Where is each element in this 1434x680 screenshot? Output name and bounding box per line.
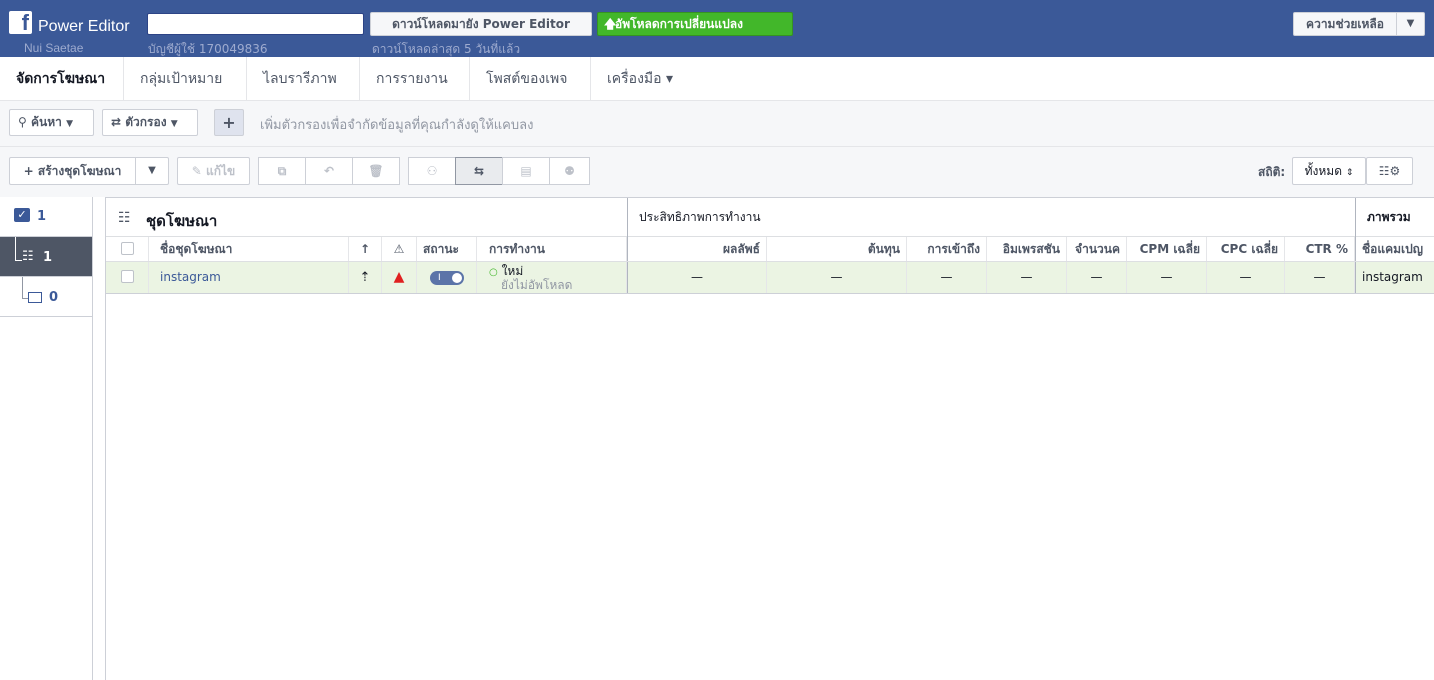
col-campaign[interactable]: ชื่อแคมเปญ: [1356, 237, 1434, 261]
app-title: Power Editor: [38, 18, 130, 35]
hierarchy-tree: ✓ 1 ☷ 1 0: [0, 197, 93, 680]
help-dropdown-caret-icon[interactable]: ▼: [1396, 12, 1425, 36]
row-results: —: [628, 262, 767, 293]
status-toggle[interactable]: I: [430, 271, 464, 285]
row-upload-arrow-icon: ⇡: [349, 262, 382, 293]
column-settings-icon[interactable]: ☷⚙: [1366, 157, 1413, 185]
duplicate-icon[interactable]: ⧉: [258, 157, 306, 185]
filter-bar: ⚲ ค้นหา ▼ ⇄ ตัวกรอง ▼ + เพิ่มตัวกรองเพื่…: [0, 101, 1434, 147]
nav-audiences[interactable]: กลุ่มเป้าหมาย: [124, 57, 247, 101]
col-impressions[interactable]: อิมเพรสชัน: [987, 237, 1067, 261]
col-name[interactable]: ชื่อชุดโฆษณา: [149, 237, 349, 261]
main-nav: จัดการโฆษณา กลุ่มเป้าหมาย ไลบรารีภาพ การ…: [0, 57, 1434, 101]
trash-icon[interactable]: 🗑: [352, 157, 400, 185]
nav-manage-ads[interactable]: จัดการโฆษณา: [0, 57, 124, 101]
create-dropdown-chevron-icon[interactable]: ▼: [135, 157, 169, 185]
col-results[interactable]: ผลลัพธ์: [628, 237, 767, 261]
table-group-header: ☷ ชุดโฆษณา ประสิทธิภาพการทำงาน ภาพรวม: [106, 197, 1434, 237]
row-status-cell: I: [417, 262, 477, 293]
stats-label: สถิติ:: [1258, 165, 1286, 179]
col-cpc[interactable]: CPC เฉลี่ย: [1207, 237, 1285, 261]
delivery-status: ใหม่: [501, 264, 524, 278]
plus-icon: +: [23, 164, 34, 178]
nav-reports[interactable]: การรายงาน: [360, 57, 470, 101]
user-name: Nui Saetae: [24, 41, 84, 55]
delivery-sub: ยังไม่อัพโหลด: [501, 278, 573, 292]
row-warning-icon[interactable]: ▲: [382, 262, 417, 293]
chevron-down-icon: ▼: [66, 119, 73, 129]
col-reach[interactable]: การเข้าถึง: [907, 237, 987, 261]
select-all-cell: [106, 237, 149, 261]
toggle-knob: [452, 273, 462, 283]
col-priority-arrow-icon[interactable]: ↑: [349, 237, 382, 261]
new-status-circle-icon: ○: [489, 267, 498, 278]
nav-tools[interactable]: เครื่องมือ ▾: [591, 57, 701, 101]
row-impressions: —: [987, 262, 1067, 293]
group-performance: ประสิทธิภาพการทำงาน: [639, 210, 761, 224]
share-icon[interactable]: ⚉: [549, 157, 590, 185]
account-select[interactable]: [147, 13, 364, 35]
row-checkbox[interactable]: [121, 270, 134, 283]
tree-campaigns[interactable]: ✓ 1: [0, 197, 92, 237]
tree-ads[interactable]: 0: [0, 277, 92, 317]
search-button[interactable]: ⚲ ค้นหา ▼: [9, 109, 94, 136]
upload-changes-button[interactable]: 🡅 อัพโหลดการเปลี่ยนแปลง: [597, 12, 793, 36]
row-reach: —: [907, 262, 987, 293]
row-ctr: —: [1285, 262, 1355, 293]
help-button[interactable]: ความช่วยเหลือ: [1293, 12, 1397, 36]
create-adset-button[interactable]: + สร้างชุดโฆษณา: [9, 157, 136, 185]
undo-icon[interactable]: ↶: [305, 157, 353, 185]
ad-monitor-icon: [28, 292, 42, 303]
row-cpm: —: [1127, 262, 1207, 293]
row-campaign: instagram: [1362, 270, 1423, 284]
preview-icon[interactable]: ⇆: [455, 157, 503, 185]
upload-label: อัพโหลดการเปลี่ยนแปลง: [615, 17, 743, 31]
tree-adsets[interactable]: ☷ 1: [0, 237, 92, 277]
row-cost: —: [767, 262, 907, 293]
select-all-checkbox[interactable]: [121, 242, 134, 255]
add-people-icon[interactable]: ⚇: [408, 157, 456, 185]
row-cpc: —: [1207, 262, 1285, 293]
pencil-icon: ✎: [191, 164, 202, 178]
adset-table: ☷ ชุดโฆษณา ประสิทธิภาพการทำงาน ภาพรวม ชื…: [105, 197, 1434, 680]
filter-hint: เพิ่มตัวกรองเพื่อจำกัดข้อมูลที่คุณกำลังด…: [260, 118, 534, 133]
nav-image-library[interactable]: ไลบรารีภาพ: [247, 57, 360, 101]
col-ctr[interactable]: CTR %: [1285, 237, 1355, 261]
top-bar: f Power Editor Nui Saetae บัญชีผู้ใช้ 17…: [0, 0, 1434, 57]
adset-grid-icon: ☷: [22, 249, 34, 264]
table-title: ชุดโฆษณา: [146, 212, 218, 230]
row-clicks: —: [1067, 262, 1127, 293]
col-delivery[interactable]: การทำงาน: [477, 237, 627, 261]
facebook-logo: f: [9, 10, 32, 35]
form-icon[interactable]: ▤: [502, 157, 550, 185]
row-name-link[interactable]: instagram: [149, 262, 349, 293]
table-column-header: ชื่อชุดโฆษณา ↑ ⚠ สถานะ การทำงาน ผลลัพธ์ …: [106, 237, 1434, 262]
edit-button[interactable]: ✎ แก้ไข: [177, 157, 250, 185]
col-warning-icon[interactable]: ⚠: [382, 237, 417, 261]
col-status[interactable]: สถานะ: [417, 237, 477, 261]
chevron-down-icon: ▼: [170, 119, 178, 129]
campaign-check-icon: ✓: [14, 208, 30, 222]
add-filter-button[interactable]: +: [214, 109, 244, 136]
table-row[interactable]: instagram ⇡ ▲ I ○ ใหม่ ยังไม่อัพโหลด — —…: [106, 262, 1434, 294]
row-select-cell: [106, 262, 149, 293]
col-cost[interactable]: ต้นทุน: [767, 237, 907, 261]
col-clicks[interactable]: จำนวนค: [1067, 237, 1127, 261]
nav-page-posts[interactable]: โพสต์ของเพจ: [470, 57, 591, 101]
row-delivery-cell: ○ ใหม่ ยังไม่อัพโหลด: [477, 262, 627, 293]
toolbar: + สร้างชุดโฆษณา ▼ ✎ แก้ไข ⧉ ↶ 🗑 ⚇ ⇆ ▤ ⚉ …: [0, 147, 1434, 197]
filter-icon: ⇄: [111, 115, 122, 129]
filter-button[interactable]: ⇄ ตัวกรอง ▼: [102, 109, 198, 136]
group-overview: ภาพรวม: [1367, 210, 1411, 224]
download-button[interactable]: ดาวน์โหลดมายัง Power Editor: [370, 12, 592, 36]
upload-arrow-icon: 🡅: [604, 17, 617, 31]
col-cpm[interactable]: CPM เฉลี่ย: [1127, 237, 1207, 261]
adset-grid-icon: ☷: [118, 210, 131, 226]
stats-select[interactable]: ทั้งหมด ⇕: [1292, 157, 1366, 185]
search-icon: ⚲: [18, 115, 27, 129]
sort-caret-icon: ⇕: [1345, 168, 1354, 178]
